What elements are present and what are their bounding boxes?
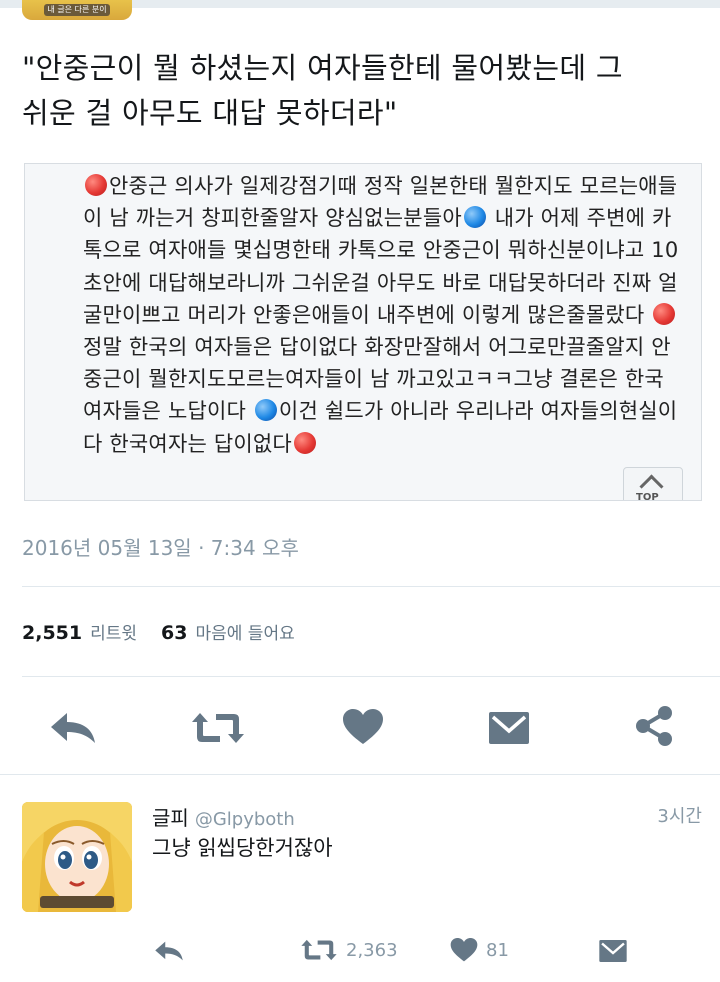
tweet-stats: 2,551 리트윗 63 마음에 들어요 bbox=[22, 619, 295, 644]
scroll-top-button[interactable]: TOP bbox=[623, 467, 683, 501]
retweet-button[interactable] bbox=[188, 708, 248, 748]
reply-author[interactable]: 글피 @Glpyboth bbox=[152, 802, 295, 831]
reply-icon bbox=[51, 713, 95, 743]
reply-like-count: 81 bbox=[486, 939, 509, 961]
heart-icon bbox=[450, 938, 478, 962]
red-circle-icon bbox=[85, 174, 107, 196]
blue-circle-icon bbox=[463, 206, 486, 229]
previous-avatar[interactable]: 내 글은 다른 분이 bbox=[22, 0, 132, 20]
reply-display-name[interactable]: 글피 bbox=[152, 806, 189, 830]
retweet-icon bbox=[301, 939, 337, 961]
avatar-caption: 내 글은 다른 분이 bbox=[44, 4, 110, 16]
attached-image[interactable]: 안중근 의사가 일제강점기때 정작 일본한태 뭘한지도 모르는애들이 남 까는거… bbox=[24, 163, 702, 501]
reply-time: 3시간 bbox=[657, 806, 702, 827]
reply-retweet-button[interactable]: 2,363 bbox=[300, 934, 420, 966]
reply-message-button[interactable] bbox=[596, 936, 630, 966]
reply-avatar[interactable] bbox=[22, 802, 132, 912]
divider bbox=[0, 774, 720, 775]
tweet-timestamp: 2016년 05월 13일 · 7:34 오후 bbox=[22, 536, 299, 560]
reply-reply-button[interactable] bbox=[152, 936, 186, 966]
attached-image-text: 안중근 의사가 일제강점기때 정작 일본한태 뭘한지도 모르는애들이 남 까는거… bbox=[83, 170, 683, 460]
reply-icon bbox=[155, 941, 183, 961]
share-icon bbox=[636, 706, 672, 746]
reply-button[interactable] bbox=[46, 708, 100, 748]
reply-like-button[interactable]: 81 bbox=[450, 934, 540, 966]
reply-handle[interactable]: @Glpyboth bbox=[195, 809, 295, 830]
reply-retweet-count: 2,363 bbox=[346, 939, 398, 961]
tweet-text: "안중근이 뭘 하셨는지 여자들한테 물어봤는데 그 쉬운 걸 아무도 대답 못… bbox=[22, 51, 623, 130]
divider bbox=[22, 586, 720, 587]
message-icon bbox=[489, 712, 529, 744]
scroll-top-label: TOP bbox=[636, 492, 659, 501]
message-icon bbox=[599, 940, 627, 962]
manga-avatar-image bbox=[22, 802, 132, 912]
retweet-icon bbox=[192, 713, 244, 743]
divider bbox=[22, 676, 720, 677]
retweet-label[interactable]: 리트윗 bbox=[90, 624, 137, 644]
message-button[interactable] bbox=[486, 708, 532, 748]
retweet-count[interactable]: 2,551 bbox=[22, 622, 82, 644]
heart-icon bbox=[343, 709, 383, 744]
reply-text: 그냥 읽씹당한거잖아 bbox=[152, 836, 333, 860]
blue-circle-icon bbox=[254, 399, 277, 422]
like-label[interactable]: 마음에 들어요 bbox=[195, 624, 294, 644]
red-circle-icon bbox=[293, 431, 316, 454]
like-count[interactable]: 63 bbox=[161, 622, 187, 644]
share-button[interactable] bbox=[632, 704, 676, 748]
like-button[interactable] bbox=[340, 706, 386, 748]
red-circle-icon bbox=[653, 302, 676, 325]
